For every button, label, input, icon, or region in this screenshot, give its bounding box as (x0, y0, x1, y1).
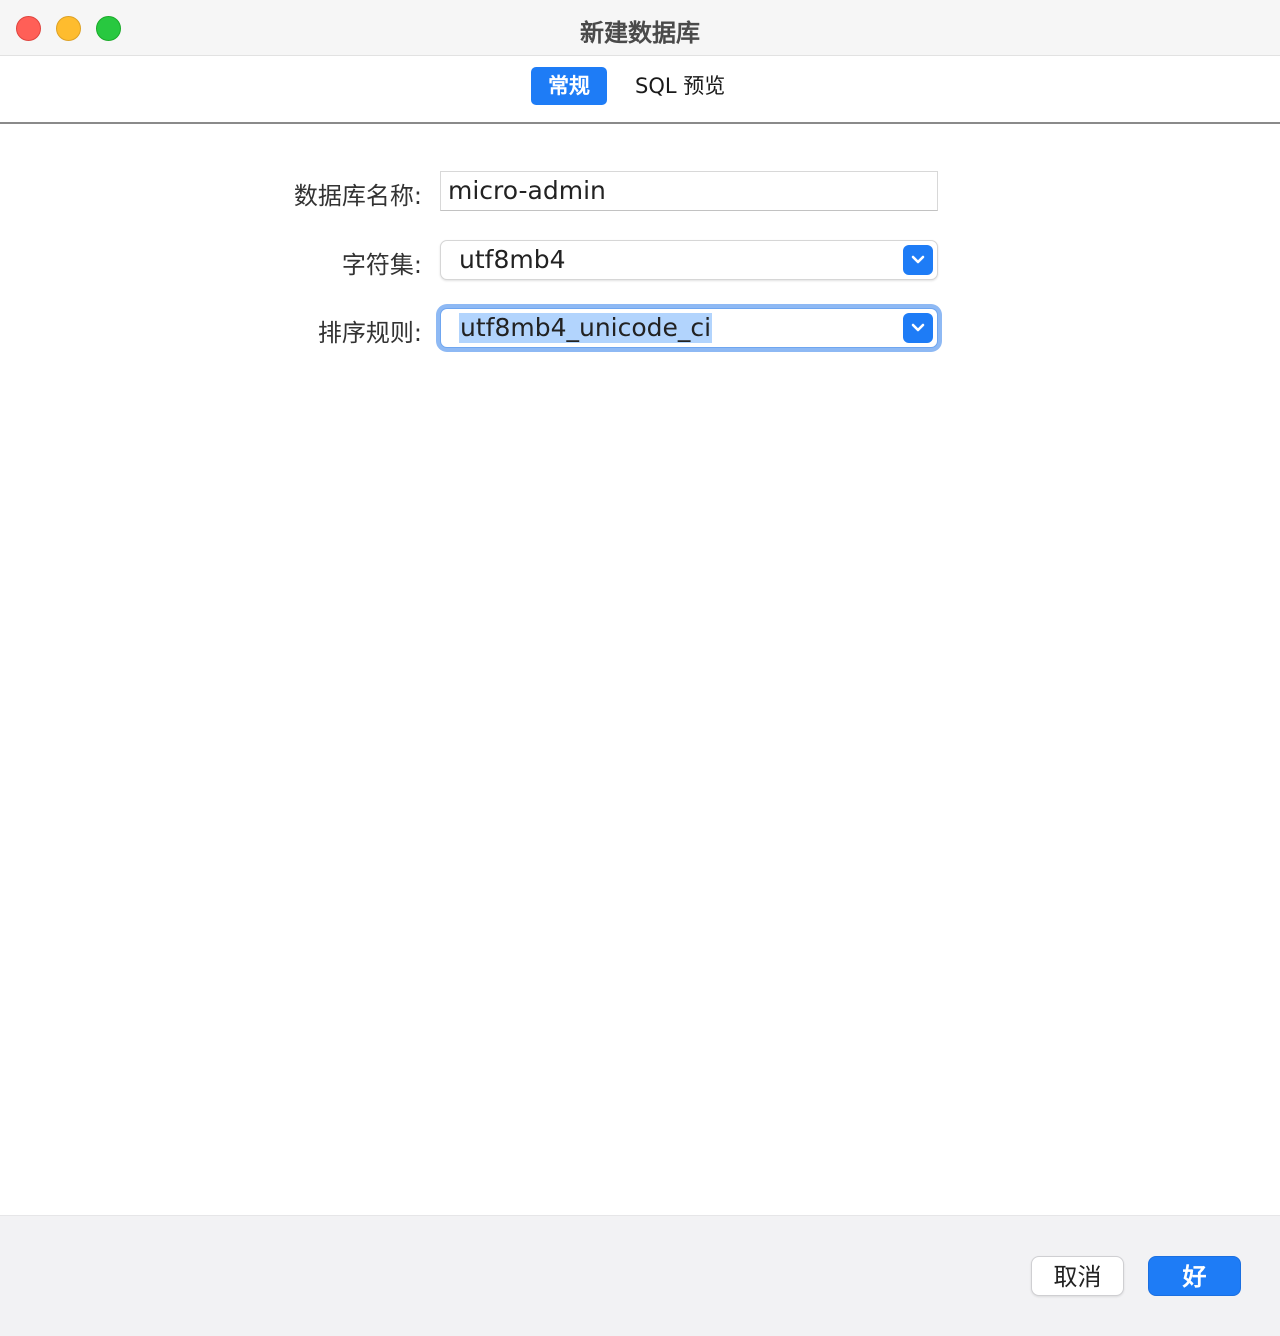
charset-value: utf8mb4 (459, 245, 566, 274)
tab-bar: 常规 SQL 预览 (0, 57, 1280, 124)
chevron-down-icon[interactable] (903, 245, 933, 275)
tab-sql-preview[interactable]: SQL 预览 (619, 67, 741, 105)
db-name-label: 数据库名称: (293, 182, 422, 210)
dialog-footer: 取消 好 (0, 1215, 1280, 1336)
collation-label: 排序规则: (317, 319, 422, 347)
ok-button[interactable]: 好 (1148, 1256, 1241, 1296)
db-name-input[interactable]: micro-admin (440, 171, 938, 211)
tab-general[interactable]: 常规 (531, 67, 607, 105)
collation-select[interactable]: utf8mb4_unicode_ci (440, 308, 938, 348)
new-database-dialog: 新建数据库 常规 SQL 预览 数据库名称: micro-admin 字符集: … (0, 0, 1280, 1336)
db-name-value: micro-admin (448, 176, 606, 205)
title-bar: 新建数据库 (0, 0, 1280, 56)
charset-label: 字符集: (341, 251, 422, 279)
window-title: 新建数据库 (580, 19, 700, 47)
collation-value: utf8mb4_unicode_ci (459, 313, 713, 343)
charset-select[interactable]: utf8mb4 (440, 240, 938, 280)
chevron-down-icon[interactable] (903, 313, 933, 343)
cancel-button[interactable]: 取消 (1031, 1256, 1124, 1296)
